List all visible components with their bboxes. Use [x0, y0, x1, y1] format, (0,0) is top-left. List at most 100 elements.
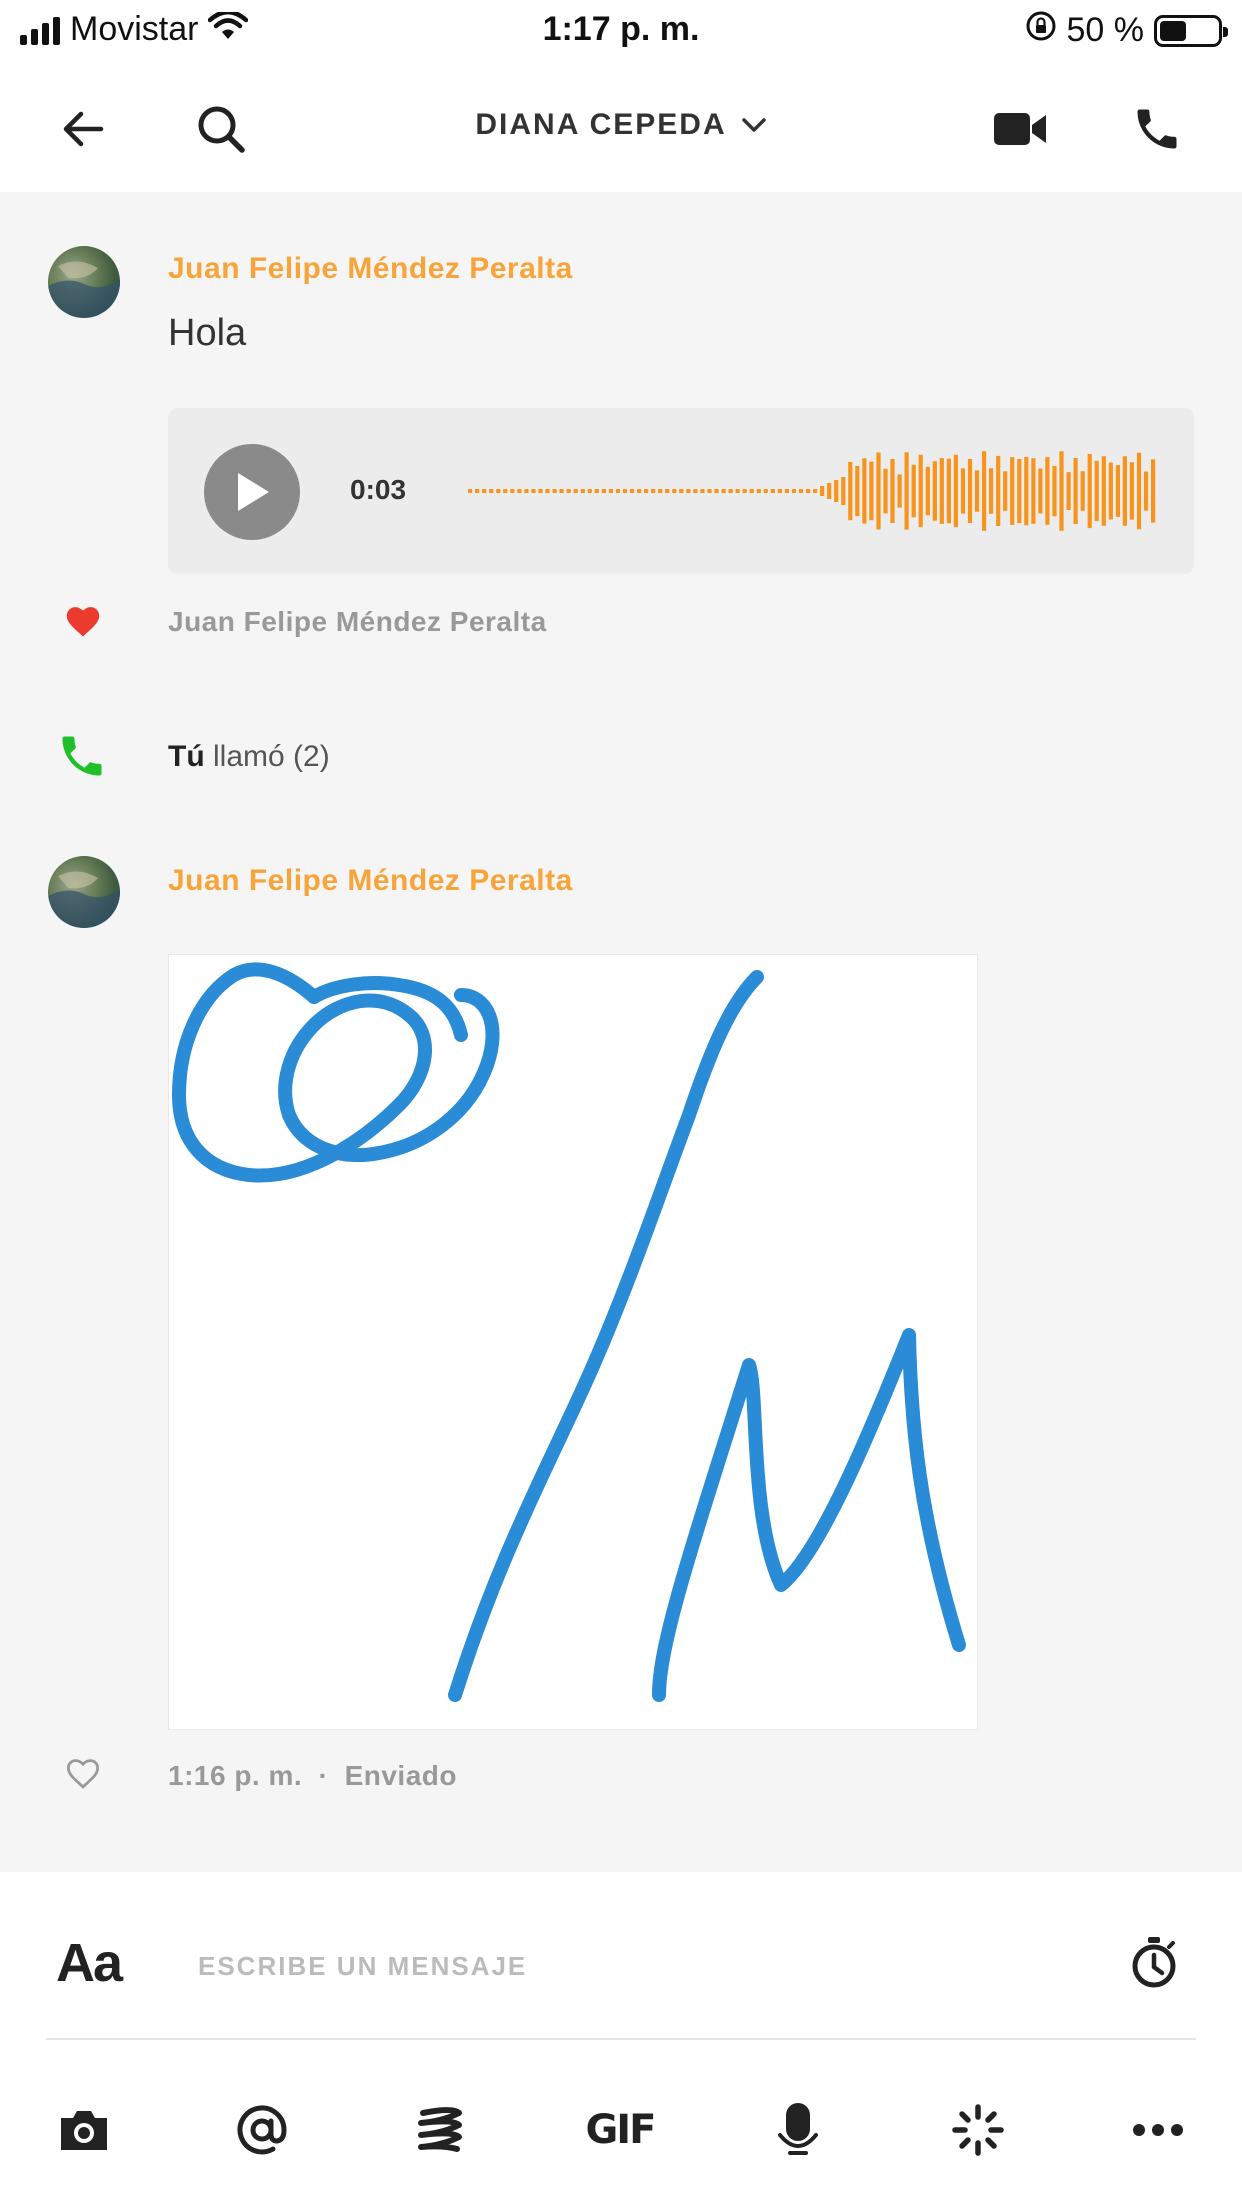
waveform-bar: [510, 489, 515, 493]
waveform-bar: [827, 483, 832, 499]
waveform-bar: [489, 489, 494, 493]
phone-call-icon: [56, 730, 108, 787]
waveform-bar: [798, 489, 804, 493]
gif-icon[interactable]: GIF: [580, 2090, 660, 2170]
drawing-message[interactable]: [168, 954, 978, 1730]
waveform-bar: [566, 489, 571, 493]
waveform-bar: [770, 489, 775, 493]
audio-waveform[interactable]: [468, 448, 1158, 534]
waveform-bar: [700, 489, 705, 493]
waveform-bar: [904, 452, 909, 530]
avatar[interactable]: [48, 246, 120, 318]
heart-outline-icon[interactable]: [64, 1756, 102, 1795]
waveform-bar: [1052, 465, 1057, 517]
waveform-bar: [735, 489, 740, 493]
waveform-bar: [496, 489, 501, 493]
reaction-author: Juan Felipe Méndez Peralta: [168, 606, 547, 637]
waveform-bar: [672, 489, 677, 493]
sender-name: Juan Felipe Méndez Peralta: [168, 864, 573, 897]
waveform-bar: [890, 458, 895, 523]
sparkle-icon[interactable]: [938, 2090, 1018, 2170]
waveform-bar: [1108, 462, 1113, 520]
waveform-bar: [982, 451, 987, 531]
waveform-bar: [862, 458, 867, 524]
waveform-bar: [580, 489, 585, 493]
waveform-bar: [1038, 468, 1043, 514]
waveform-bar: [552, 489, 557, 493]
waveform-bar: [1010, 457, 1015, 525]
waveform-bar: [1122, 456, 1127, 526]
waveform-bar: [517, 489, 522, 493]
sketch-image: [172, 962, 966, 1702]
waveform-bar: [848, 461, 853, 521]
play-button[interactable]: [204, 444, 300, 540]
waveform-bar: [686, 489, 691, 493]
waveform-bar: [707, 489, 712, 493]
waveform-bar: [763, 489, 768, 493]
call-event: Tú llamó (2): [0, 730, 1242, 790]
waveform-bar: [1024, 456, 1029, 526]
waveform-bar: [791, 489, 797, 493]
video-camera-icon[interactable]: [985, 94, 1055, 164]
waveform-bar: [601, 489, 606, 493]
waveform-bar: [806, 489, 811, 493]
waveform-bar: [587, 489, 592, 493]
waveform-bar: [475, 489, 480, 493]
avatar[interactable]: [48, 856, 120, 928]
status-right: 50 %: [1025, 10, 1228, 51]
composer-divider: [46, 2038, 1196, 2040]
waveform-bar: [820, 486, 825, 496]
waveform-bar: [559, 489, 564, 493]
waveform-bar: [524, 489, 529, 493]
battery-percent: 50 %: [1066, 11, 1145, 49]
chat-area[interactable]: Juan Felipe Méndez Peralta Hola 0:03 Jua…: [0, 192, 1242, 1872]
battery-icon: [1154, 14, 1228, 47]
waveform-bar: [503, 489, 508, 493]
waveform-bar: [749, 489, 754, 493]
waveform-bar: [1066, 472, 1071, 510]
waveform-bar: [813, 489, 818, 493]
orientation-lock-icon: [1025, 10, 1057, 51]
camera-icon[interactable]: [44, 2090, 124, 2170]
chat-header: DIANA CEPEDA: [0, 64, 1242, 192]
mention-icon[interactable]: [222, 2090, 302, 2170]
more-icon[interactable]: [1118, 2090, 1198, 2170]
waveform-bar: [531, 489, 536, 493]
waveform-bar: [925, 466, 930, 516]
meta-separator: ·: [318, 1760, 329, 1791]
waveform-bar: [482, 489, 487, 493]
composer-toolbar: GIF: [0, 2090, 1242, 2170]
call-action: llamó (2): [213, 740, 330, 773]
waveform-bar: [1094, 460, 1099, 522]
phone-icon[interactable]: [1122, 94, 1192, 164]
contact-name: DIANA CEPEDA: [475, 108, 727, 141]
waveform-bar: [946, 458, 951, 524]
message-time: 1:16 p. m.: [168, 1760, 303, 1791]
waveform-bar: [911, 464, 916, 518]
waveform-bar: [932, 461, 937, 521]
waveform-bar: [1087, 453, 1092, 529]
waveform-bar: [777, 489, 782, 493]
stopwatch-icon[interactable]: [1122, 1930, 1186, 1994]
gif-label: GIF: [585, 2107, 656, 2153]
waveform-bar: [1129, 462, 1134, 520]
waveform-bar: [918, 454, 923, 528]
waveform-bar: [1045, 457, 1050, 525]
audio-message[interactable]: 0:03: [168, 408, 1194, 574]
waveform-bar: [1115, 465, 1120, 517]
message-input[interactable]: [198, 1936, 1098, 1996]
message-status: 1:16 p. m. · Enviado: [168, 1760, 457, 1792]
waveform-bar: [665, 489, 670, 493]
waveform-bar: [953, 454, 958, 528]
microphone-icon[interactable]: [758, 2090, 838, 2170]
text-format-button[interactable]: Aa: [56, 1932, 123, 1994]
waveform-bar: [629, 489, 635, 493]
message-meta-row: 1:16 p. m. · Enviado: [0, 1748, 1242, 1808]
delivery-status: Enviado: [344, 1760, 457, 1791]
heart-filled-icon[interactable]: [64, 604, 102, 643]
scribble-icon[interactable]: [400, 2090, 480, 2170]
waveform-bar: [939, 458, 944, 524]
waveform-bar: [869, 461, 874, 521]
message-text[interactable]: Hola: [168, 312, 246, 355]
conversation-title[interactable]: DIANA CEPEDA: [0, 108, 1242, 142]
